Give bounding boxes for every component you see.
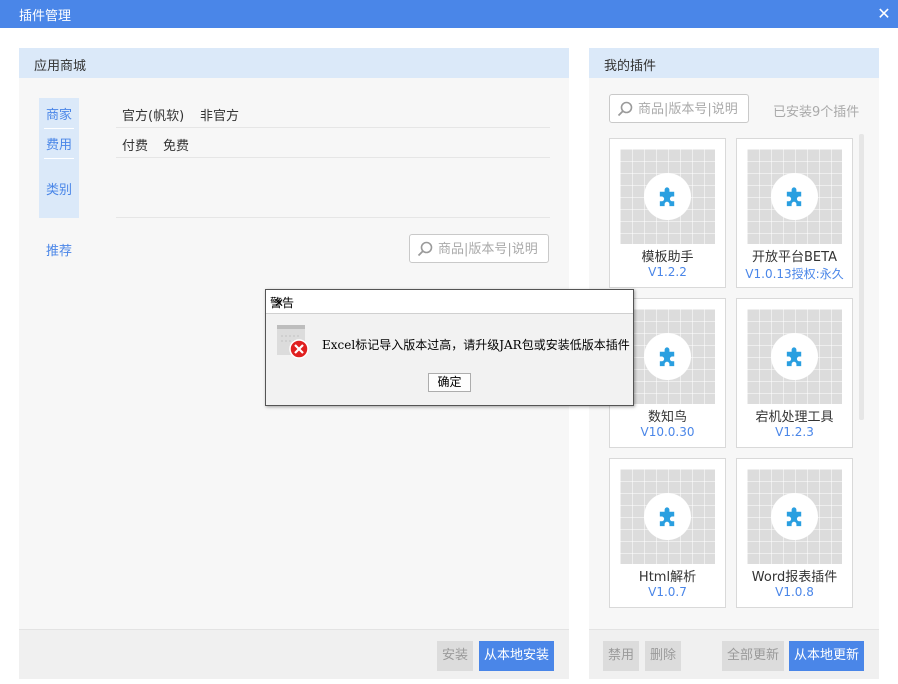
plugin-version: V1.0.13授权:永久 bbox=[745, 267, 844, 281]
plugin-version: V10.0.30 bbox=[640, 425, 695, 439]
filter-option-paid[interactable]: 付费 bbox=[122, 135, 148, 154]
disable-button[interactable]: 禁用 bbox=[603, 641, 640, 671]
plugin-thumbnail bbox=[620, 149, 715, 244]
plugin-version: V1.2.3 bbox=[775, 425, 814, 439]
plugin-card[interactable]: 开放平台BETA V1.0.13授权:永久 bbox=[736, 138, 853, 288]
plugin-version: V1.0.7 bbox=[648, 585, 687, 599]
plugin-grid: 模板助手 V1.2.2 开放平台BETA V1.0.13授权:永久 数知鸟 V1… bbox=[609, 138, 855, 608]
filter-row-vendor: 官方(帆软) 非官方 bbox=[116, 98, 550, 128]
plugin-thumbnail bbox=[747, 309, 842, 404]
recommend-tab[interactable]: 推荐 bbox=[46, 240, 72, 259]
search-icon bbox=[417, 241, 433, 257]
puzzle-icon bbox=[786, 507, 802, 527]
filter-option-free[interactable]: 免费 bbox=[163, 135, 189, 154]
plugin-grid-scrollbar[interactable] bbox=[859, 134, 864, 420]
plugin-name: Word报表插件 bbox=[751, 570, 838, 585]
plugin-name: 数知鸟 bbox=[647, 410, 687, 425]
delete-button[interactable]: 删除 bbox=[645, 641, 682, 671]
plugin-card[interactable]: 宕机处理工具 V1.2.3 bbox=[736, 298, 853, 448]
plugin-thumbnail bbox=[747, 149, 842, 244]
store-footer: 安装 从本地安装 bbox=[19, 629, 569, 679]
plugin-card[interactable]: Html解析 V1.0.7 bbox=[609, 458, 726, 608]
window-title: 插件管理 bbox=[19, 9, 72, 24]
update-all-button[interactable]: 全部更新 bbox=[722, 641, 785, 671]
plugin-thumbnail bbox=[620, 309, 715, 404]
my-plugins-footer: 禁用 删除 全部更新 从本地更新 bbox=[589, 629, 879, 679]
plugin-card[interactable]: Word报表插件 V1.0.8 bbox=[736, 458, 853, 608]
dialog-message: Excel标记导入版本过高，请升级JAR包或安装低版本插件 bbox=[322, 338, 630, 352]
store-panel-header: 应用商城 bbox=[19, 48, 569, 78]
puzzle-icon bbox=[659, 187, 675, 207]
filter-option-unofficial[interactable]: 非官方 bbox=[200, 105, 239, 124]
window-titlebar: 插件管理 ✕ bbox=[0, 0, 898, 28]
plugin-thumbnail bbox=[620, 469, 715, 564]
error-icon bbox=[277, 325, 309, 359]
window-close-button[interactable]: ✕ bbox=[870, 0, 898, 28]
puzzle-icon bbox=[786, 347, 802, 367]
plugin-version: V1.0.8 bbox=[775, 585, 814, 599]
filter-category-tabs: 商家 费用 类别 bbox=[39, 98, 79, 218]
dialog-ok-button[interactable]: 确定 bbox=[428, 373, 471, 392]
filter-row-fee: 付费 免费 bbox=[116, 128, 550, 158]
plugin-name: 模板助手 bbox=[641, 250, 694, 265]
plugin-card[interactable]: 模板助手 V1.2.2 bbox=[609, 138, 726, 288]
puzzle-icon bbox=[786, 187, 802, 207]
store-search-box[interactable] bbox=[409, 234, 549, 263]
filter-tab-divider bbox=[44, 158, 74, 159]
filter-row-category bbox=[116, 158, 550, 218]
warning-dialog: 警告 ✕ Excel标记导入版本过高，请升级JAR包或安装低版本插件 确定 bbox=[265, 289, 634, 406]
plugin-name: 开放平台BETA bbox=[752, 250, 837, 265]
dialog-titlebar: 警告 ✕ bbox=[266, 290, 633, 314]
puzzle-icon bbox=[659, 347, 675, 367]
filter-tab-fee[interactable]: 费用 bbox=[39, 134, 79, 153]
filter-tab-divider bbox=[44, 128, 74, 129]
dialog-close-button[interactable]: ✕ bbox=[270, 294, 288, 312]
plugin-search-box[interactable] bbox=[609, 94, 749, 123]
plugin-thumbnail bbox=[747, 469, 842, 564]
puzzle-icon bbox=[659, 507, 675, 527]
install-local-button[interactable]: 从本地安装 bbox=[479, 641, 555, 671]
filter-tab-category[interactable]: 类别 bbox=[39, 179, 79, 198]
filter-tab-vendor[interactable]: 商家 bbox=[39, 104, 79, 123]
my-plugins-header: 我的插件 bbox=[589, 48, 879, 78]
plugin-search-input[interactable] bbox=[638, 99, 746, 119]
my-plugins-title: 我的插件 bbox=[604, 59, 657, 74]
plugin-version: V1.2.2 bbox=[648, 265, 687, 279]
plugin-name: Html解析 bbox=[638, 570, 697, 585]
search-icon bbox=[617, 101, 633, 117]
store-panel-title: 应用商城 bbox=[34, 59, 87, 74]
store-search-input[interactable] bbox=[438, 239, 546, 259]
install-button[interactable]: 安装 bbox=[437, 641, 474, 671]
update-local-button[interactable]: 从本地更新 bbox=[789, 641, 865, 671]
plugin-name: 宕机处理工具 bbox=[755, 410, 834, 425]
installed-count: 已安装9个插件 bbox=[773, 105, 860, 120]
filter-option-official[interactable]: 官方(帆软) bbox=[122, 105, 184, 124]
